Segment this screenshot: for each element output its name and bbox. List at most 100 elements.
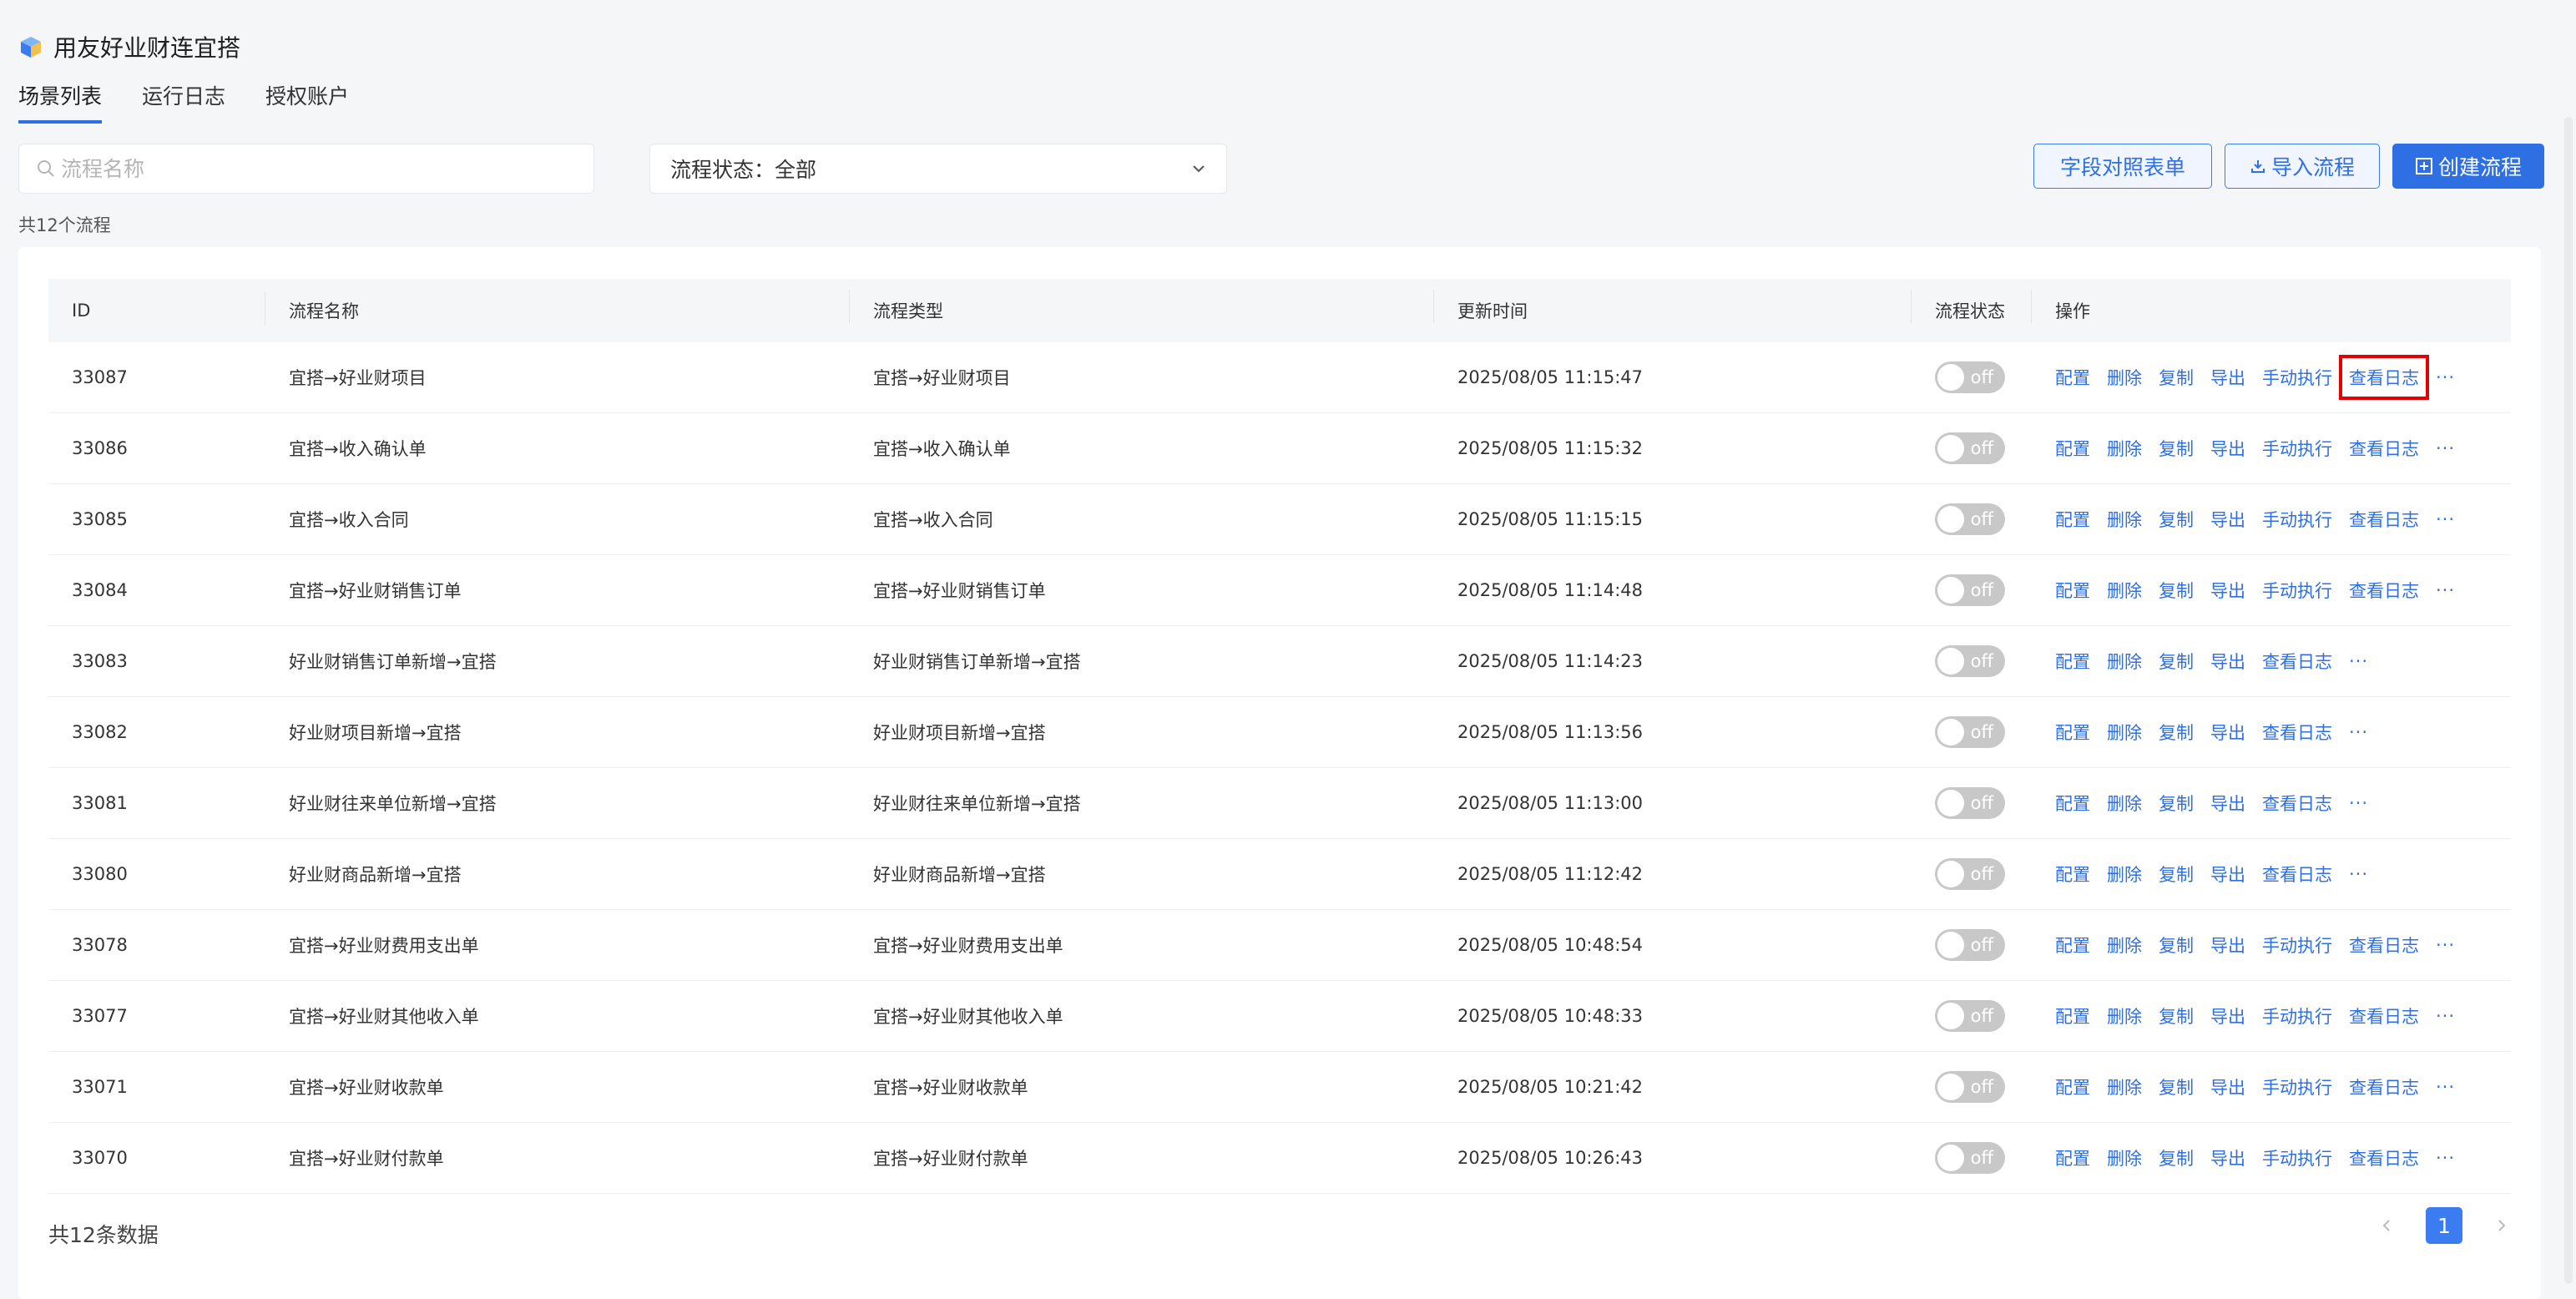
more-actions-icon[interactable]: ···	[2436, 367, 2455, 387]
op-link[interactable]: 删除	[2107, 649, 2142, 674]
op-link[interactable]: 复制	[2159, 507, 2194, 532]
op-link[interactable]: 删除	[2107, 507, 2142, 532]
op-link[interactable]: 复制	[2159, 365, 2194, 390]
op-link[interactable]: 配置	[2055, 1003, 2090, 1029]
op-link[interactable]: 查看日志	[2339, 355, 2429, 400]
op-link[interactable]: 删除	[2107, 791, 2142, 816]
tab-scene-list[interactable]: 场景列表	[18, 80, 103, 124]
op-link[interactable]: 导出	[2210, 436, 2245, 461]
op-link[interactable]: 复制	[2159, 933, 2194, 958]
op-link[interactable]: 导出	[2210, 1145, 2245, 1170]
op-link[interactable]: 导出	[2210, 578, 2245, 603]
op-link[interactable]: 删除	[2107, 720, 2142, 745]
op-link[interactable]: 手动执行	[2262, 507, 2332, 532]
chevron-left-icon[interactable]	[2377, 1216, 2396, 1235]
op-link[interactable]: 删除	[2107, 1003, 2142, 1029]
op-link[interactable]: 配置	[2055, 649, 2090, 674]
op-link[interactable]: 删除	[2107, 933, 2142, 958]
more-actions-icon[interactable]: ···	[2436, 438, 2455, 458]
op-link[interactable]: 导出	[2210, 791, 2245, 816]
op-link[interactable]: 查看日志	[2349, 1074, 2419, 1099]
status-toggle[interactable]: off	[1935, 787, 2005, 819]
op-link[interactable]: 复制	[2159, 862, 2194, 887]
op-link[interactable]: 导出	[2210, 862, 2245, 887]
op-link[interactable]: 配置	[2055, 1074, 2090, 1099]
op-link[interactable]: 手动执行	[2262, 1145, 2332, 1170]
op-link[interactable]: 配置	[2055, 578, 2090, 603]
op-link[interactable]: 手动执行	[2262, 1074, 2332, 1099]
op-link[interactable]: 删除	[2107, 436, 2142, 461]
status-toggle[interactable]: off	[1935, 503, 2005, 535]
op-link[interactable]: 配置	[2055, 1145, 2090, 1170]
status-filter-select[interactable]: 流程状态：全部	[649, 144, 1227, 194]
op-link[interactable]: 配置	[2055, 507, 2090, 532]
op-link[interactable]: 手动执行	[2262, 436, 2332, 461]
more-actions-icon[interactable]: ···	[2436, 1077, 2455, 1097]
op-link[interactable]: 配置	[2055, 862, 2090, 887]
op-link[interactable]: 查看日志	[2349, 578, 2419, 603]
op-link[interactable]: 配置	[2055, 933, 2090, 958]
more-actions-icon[interactable]: ···	[2436, 935, 2455, 955]
status-toggle[interactable]: off	[1935, 1142, 2005, 1174]
op-link[interactable]: 导出	[2210, 507, 2245, 532]
op-link[interactable]: 复制	[2159, 578, 2194, 603]
op-link[interactable]: 复制	[2159, 1003, 2194, 1029]
more-actions-icon[interactable]: ···	[2349, 864, 2368, 884]
op-link[interactable]: 删除	[2107, 862, 2142, 887]
op-link[interactable]: 查看日志	[2349, 933, 2419, 958]
page-scrollbar[interactable]	[2564, 117, 2573, 1284]
op-link[interactable]: 删除	[2107, 1074, 2142, 1099]
op-link[interactable]: 查看日志	[2262, 720, 2332, 745]
status-toggle[interactable]: off	[1935, 929, 2005, 961]
op-link[interactable]: 查看日志	[2349, 1003, 2419, 1029]
status-toggle[interactable]: off	[1935, 858, 2005, 890]
status-toggle[interactable]: off	[1935, 645, 2005, 677]
more-actions-icon[interactable]: ···	[2349, 793, 2368, 813]
op-link[interactable]: 配置	[2055, 720, 2090, 745]
status-toggle[interactable]: off	[1935, 716, 2005, 748]
op-link[interactable]: 复制	[2159, 436, 2194, 461]
op-link[interactable]: 查看日志	[2262, 791, 2332, 816]
more-actions-icon[interactable]: ···	[2436, 1148, 2455, 1168]
op-link[interactable]: 查看日志	[2349, 1145, 2419, 1170]
op-link[interactable]: 查看日志	[2262, 649, 2332, 674]
more-actions-icon[interactable]: ···	[2349, 722, 2368, 742]
field-map-button[interactable]: 字段对照表单	[2033, 144, 2212, 189]
op-link[interactable]: 配置	[2055, 436, 2090, 461]
op-link[interactable]: 配置	[2055, 365, 2090, 390]
op-link[interactable]: 查看日志	[2262, 862, 2332, 887]
op-link[interactable]: 复制	[2159, 1145, 2194, 1170]
more-actions-icon[interactable]: ···	[2349, 651, 2368, 671]
op-link[interactable]: 手动执行	[2262, 578, 2332, 603]
op-link[interactable]: 复制	[2159, 649, 2194, 674]
op-link[interactable]: 查看日志	[2349, 436, 2419, 461]
status-toggle[interactable]: off	[1935, 432, 2005, 464]
op-link[interactable]: 查看日志	[2349, 507, 2419, 532]
status-toggle[interactable]: off	[1935, 1071, 2005, 1103]
op-link[interactable]: 复制	[2159, 720, 2194, 745]
more-actions-icon[interactable]: ···	[2436, 1006, 2455, 1026]
op-link[interactable]: 复制	[2159, 1074, 2194, 1099]
op-link[interactable]: 导出	[2210, 1074, 2245, 1099]
more-actions-icon[interactable]: ···	[2436, 580, 2455, 600]
op-link[interactable]: 手动执行	[2262, 1003, 2332, 1029]
import-flow-button[interactable]: 导入流程	[2225, 144, 2380, 189]
status-toggle[interactable]: off	[1935, 574, 2005, 606]
tab-auth-account[interactable]: 授权账户	[265, 80, 349, 124]
op-link[interactable]: 导出	[2210, 365, 2245, 390]
op-link[interactable]: 导出	[2210, 1003, 2245, 1029]
status-toggle[interactable]: off	[1935, 361, 2005, 393]
op-link[interactable]: 导出	[2210, 933, 2245, 958]
more-actions-icon[interactable]: ···	[2436, 509, 2455, 529]
chevron-right-icon[interactable]	[2493, 1216, 2511, 1235]
op-link[interactable]: 手动执行	[2262, 933, 2332, 958]
op-link[interactable]: 导出	[2210, 720, 2245, 745]
op-link[interactable]: 删除	[2107, 1145, 2142, 1170]
search-input[interactable]	[59, 155, 563, 182]
page-number-current[interactable]: 1	[2426, 1207, 2462, 1244]
op-link[interactable]: 复制	[2159, 791, 2194, 816]
status-toggle[interactable]: off	[1935, 1000, 2005, 1032]
op-link[interactable]: 手动执行	[2262, 365, 2332, 390]
op-link[interactable]: 删除	[2107, 365, 2142, 390]
create-flow-button[interactable]: 创建流程	[2392, 144, 2544, 189]
